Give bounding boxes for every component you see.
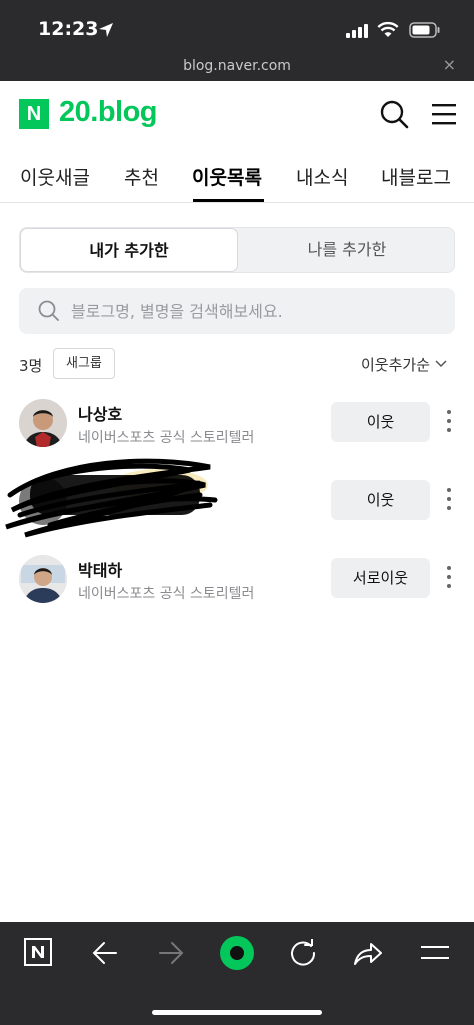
tab-my-news[interactable]: 내소식 [296,163,348,190]
share-icon[interactable] [353,940,383,966]
more-options-icon[interactable] [441,407,457,439]
neighbor-direction-toggle: 내가 추가한 나를 추가한 [19,227,455,273]
blog-logo-text[interactable]: 20.blog [59,96,158,129]
naver-home-icon[interactable] [24,938,52,966]
refresh-icon[interactable] [289,939,317,967]
search-icon[interactable] [379,99,409,129]
list-item[interactable]: 나상호 네이버스포츠 공식 스토리텔러 이웃 [0,399,474,459]
avatar[interactable] [19,555,67,603]
forward-arrow-icon[interactable] [158,941,184,965]
new-group-button[interactable]: 새그룹 [53,348,115,379]
menu-icon[interactable] [421,945,449,961]
neighbor-count: 3명 [19,357,43,375]
naver-logo[interactable]: N [19,99,49,129]
chevron-down-icon [435,360,447,368]
location-arrow-icon [99,23,113,37]
tab-recommended[interactable]: 추천 [124,163,159,190]
neighbor-search-box [19,288,455,334]
hamburger-menu-icon[interactable] [432,103,456,125]
neighbor-status-button[interactable]: 이웃 [331,402,430,442]
tab-neighbor-posts[interactable]: 이웃새글 [20,163,90,190]
browser-top-bar: 12:23 blog.naver.com × [0,0,474,81]
green-dot-icon[interactable] [219,935,255,971]
tab-neighbor-list[interactable]: 이웃목록 [192,163,262,190]
browser-bottom-bar [0,922,474,1025]
more-options-icon[interactable] [441,563,457,595]
search-icon [38,300,59,321]
signal-icon [346,24,368,38]
list-item[interactable]: 박태하 네이버스포츠 공식 스토리텔러 서로이웃 [0,555,474,615]
redaction-scribble [5,458,218,538]
tab-bar: 이웃새글 추천 이웃목록 내소식 내블로그 [0,151,474,203]
sort-label: 이웃추가순 [361,356,431,374]
neighbor-description: 네이버스포츠 공식 스토리텔러 [78,586,255,602]
status-time: 12:23 [38,18,99,40]
close-icon[interactable]: × [443,55,456,74]
wifi-icon [377,21,399,37]
blog-header: N 20.blog [0,81,474,151]
active-tab-indicator [193,199,264,202]
added-by-me-button[interactable]: 내가 추가한 [20,228,238,272]
neighbor-name[interactable]: 박태하 [78,557,122,581]
sort-dropdown[interactable]: 이웃추가순 [361,354,447,375]
avatar[interactable] [19,399,67,447]
neighbor-description: 네이버스포츠 공식 스토리텔러 [78,430,255,446]
tab-my-blog[interactable]: 내블로그 [381,163,451,190]
search-input[interactable] [71,288,441,334]
neighbor-status-button[interactable]: 이웃 [331,480,430,520]
url-domain[interactable]: blog.naver.com [0,58,474,74]
more-options-icon[interactable] [441,485,457,517]
back-arrow-icon[interactable] [92,941,118,965]
battery-icon [409,22,440,38]
added-me-button[interactable]: 나를 추가한 [238,228,456,272]
home-indicator [152,1010,322,1015]
neighbor-status-button[interactable]: 서로이웃 [331,558,430,598]
neighbor-name[interactable]: 나상호 [78,401,122,425]
